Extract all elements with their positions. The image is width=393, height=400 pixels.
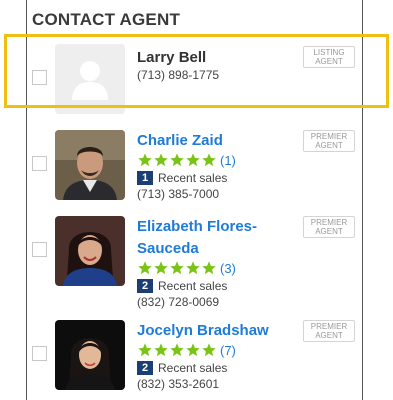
agent-photo[interactable] bbox=[55, 216, 125, 286]
star-icon bbox=[154, 261, 168, 275]
agent-photo[interactable] bbox=[55, 320, 125, 390]
review-count-link[interactable]: (7) bbox=[220, 343, 236, 358]
sales-label: Recent sales bbox=[158, 171, 228, 185]
star-icon bbox=[202, 153, 216, 167]
agent-row-elizabeth-flores-sauceda[interactable]: Elizabeth Flores- Sauceda (3) 2 Recent s… bbox=[26, 216, 361, 309]
placeholder-avatar bbox=[55, 44, 125, 114]
star-icon bbox=[186, 153, 200, 167]
star-icon bbox=[202, 261, 216, 275]
star-rating[interactable]: (3) bbox=[137, 260, 236, 276]
star-icon bbox=[138, 343, 152, 357]
listing-agent-badge: LISTING AGENT bbox=[303, 46, 355, 68]
badge-line: AGENT bbox=[315, 141, 343, 150]
star-rating[interactable]: (1) bbox=[137, 152, 236, 168]
badge-line: AGENT bbox=[315, 331, 343, 340]
agent-phone[interactable]: (832) 728-0069 bbox=[137, 295, 219, 309]
agent-name[interactable]: Larry Bell bbox=[137, 47, 206, 69]
agent-name-line[interactable]: Sauceda bbox=[137, 238, 199, 260]
agent-phone[interactable]: (713) 898-1775 bbox=[137, 68, 219, 82]
badge-line: PREMIER bbox=[310, 218, 348, 227]
panel-title: CONTACT AGENT bbox=[32, 10, 181, 29]
recent-sales: 2 Recent sales bbox=[137, 279, 227, 293]
agent-phone[interactable]: (832) 353-2601 bbox=[137, 377, 219, 391]
sales-count-badge: 2 bbox=[137, 361, 153, 375]
premier-agent-badge: PREMIER AGENT bbox=[303, 320, 355, 342]
agent-row-larry-bell[interactable]: Larry Bell (713) 898-1775 LISTING AGENT bbox=[26, 44, 361, 114]
agent-row-jocelyn-bradshaw[interactable]: Jocelyn Bradshaw (7) 2 Recent sales (832… bbox=[26, 320, 361, 395]
premier-agent-badge: PREMIER AGENT bbox=[303, 216, 355, 238]
sales-label: Recent sales bbox=[158, 279, 228, 293]
badge-line: PREMIER bbox=[310, 322, 348, 331]
sales-label: Recent sales bbox=[158, 361, 228, 375]
star-icon bbox=[170, 343, 184, 357]
star-icon bbox=[154, 343, 168, 357]
agent-select-checkbox[interactable] bbox=[32, 242, 47, 257]
agent-name[interactable]: Charlie Zaid bbox=[137, 130, 223, 152]
recent-sales: 1 Recent sales bbox=[137, 171, 227, 185]
star-icon bbox=[202, 343, 216, 357]
premier-agent-badge: PREMIER AGENT bbox=[303, 130, 355, 152]
star-icon bbox=[138, 153, 152, 167]
agent-photo[interactable] bbox=[55, 130, 125, 200]
agent-phone[interactable]: (713) 385-7000 bbox=[137, 187, 219, 201]
recent-sales: 2 Recent sales bbox=[137, 361, 227, 375]
badge-line: AGENT bbox=[315, 227, 343, 236]
agent-name[interactable]: Jocelyn Bradshaw bbox=[137, 320, 269, 342]
star-icon bbox=[154, 153, 168, 167]
star-icon bbox=[138, 261, 152, 275]
agent-row-charlie-zaid[interactable]: Charlie Zaid (1) 1 Recent sales (713) 38… bbox=[26, 130, 361, 202]
review-count-link[interactable]: (1) bbox=[220, 153, 236, 168]
star-rating[interactable]: (7) bbox=[137, 342, 236, 358]
review-count-link[interactable]: (3) bbox=[220, 261, 236, 276]
star-icon bbox=[170, 261, 184, 275]
star-icon bbox=[186, 261, 200, 275]
badge-line: LISTING bbox=[313, 48, 345, 57]
person-silhouette-icon bbox=[55, 44, 125, 114]
agent-select-checkbox[interactable] bbox=[32, 156, 47, 171]
star-icon bbox=[186, 343, 200, 357]
agent-name-line[interactable]: Elizabeth Flores- bbox=[137, 216, 257, 238]
agent-select-checkbox[interactable] bbox=[32, 70, 47, 85]
badge-line: PREMIER bbox=[310, 132, 348, 141]
agent-select-checkbox[interactable] bbox=[32, 346, 47, 361]
sales-count-badge: 1 bbox=[137, 171, 153, 185]
star-icon bbox=[170, 153, 184, 167]
sales-count-badge: 2 bbox=[137, 279, 153, 293]
badge-line: AGENT bbox=[315, 57, 343, 66]
